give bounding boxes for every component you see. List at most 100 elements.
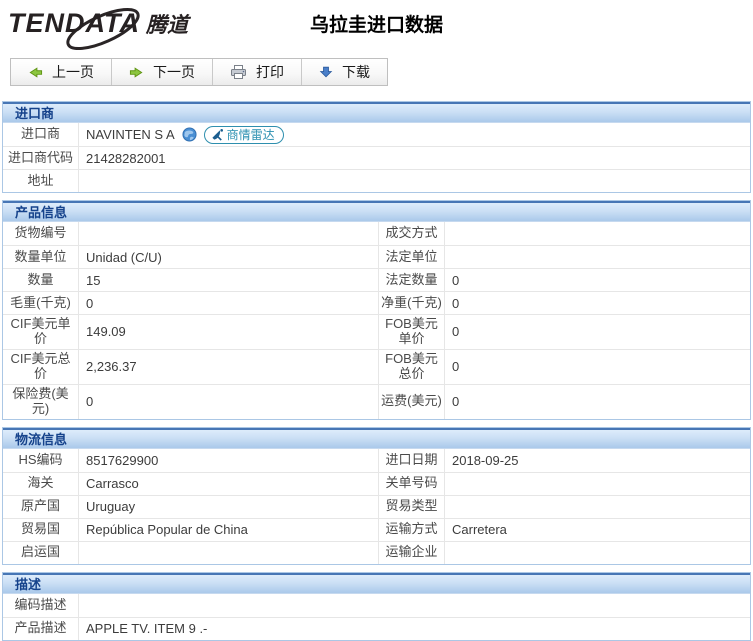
qty-unit-label: 数量单位 xyxy=(3,246,79,268)
import-date-label: 进口日期 xyxy=(379,449,445,472)
table-row: 原产国 Uruguay 贸易类型 xyxy=(3,495,750,518)
legal-qty-label: 法定数量 xyxy=(379,269,445,291)
next-page-button[interactable]: 下一页 xyxy=(112,59,213,85)
table-row: 启运国 运输企业 xyxy=(3,541,750,564)
toolbar: 上一页 下一页 打印 下载 xyxy=(10,58,388,86)
product-description-value: APPLE TV. ITEM 9 .- xyxy=(79,618,750,640)
declaration-no-value xyxy=(445,473,750,495)
product-description-label: 产品描述 xyxy=(3,618,79,640)
satellite-dish-icon xyxy=(211,128,224,141)
trade-country-label: 贸易国 xyxy=(3,519,79,541)
print-label: 打印 xyxy=(256,62,284,82)
download-label: 下载 xyxy=(342,62,370,82)
table-row: 进口商 NAVINTEN S A 商情雷达 xyxy=(3,123,750,146)
origin-country-label: 原产国 xyxy=(3,496,79,518)
green-arrow-right-icon xyxy=(129,65,144,80)
trade-type-value xyxy=(445,496,750,518)
table-row: CIF美元总价 2,236.37 FOB美元总价 0 xyxy=(3,349,750,384)
table-row: 数量单位 Unidad (C/U) 法定单位 xyxy=(3,245,750,268)
table-row: CIF美元单价 149.09 FOB美元单价 0 xyxy=(3,314,750,349)
importer-code-value: 21428282001 xyxy=(79,147,750,169)
prev-page-label: 上一页 xyxy=(52,62,94,82)
code-description-label: 编码描述 xyxy=(3,594,79,617)
deal-mode-value xyxy=(445,222,750,245)
product-panel-title: 产品信息 xyxy=(3,201,750,222)
legal-unit-value xyxy=(445,246,750,268)
qty-unit-value: Unidad (C/U) xyxy=(79,246,379,268)
table-row: HS编码 8517629900 进口日期 2018-09-25 xyxy=(3,449,750,472)
business-radar-button[interactable]: 商情雷达 xyxy=(204,126,284,144)
fob-total-price-label: FOB美元总价 xyxy=(379,350,445,384)
product-panel: 产品信息 货物编号 成交方式 数量单位 Unidad (C/U) 法定单位 数量… xyxy=(2,200,751,420)
legal-unit-label: 法定单位 xyxy=(379,246,445,268)
insurance-label: 保险费(美元) xyxy=(3,385,79,419)
blue-arrow-down-icon xyxy=(319,65,333,79)
cif-unit-price-label: CIF美元单价 xyxy=(3,315,79,349)
table-row: 毛重(千克) 0 净重(千克) 0 xyxy=(3,291,750,314)
importer-code-label: 进口商代码 xyxy=(3,147,79,169)
importer-label: 进口商 xyxy=(3,123,79,146)
cargo-no-label: 货物编号 xyxy=(3,222,79,245)
importer-value-cell: NAVINTEN S A 商情雷达 xyxy=(79,123,750,146)
table-row: 贸易国 República Popular de China 运输方式 Carr… xyxy=(3,518,750,541)
departure-country-value xyxy=(79,542,379,564)
legal-qty-value: 0 xyxy=(445,269,750,291)
import-date-value: 2018-09-25 xyxy=(445,449,750,472)
gross-weight-label: 毛重(千克) xyxy=(3,292,79,314)
address-value xyxy=(79,170,750,192)
cargo-no-value xyxy=(79,222,379,245)
customs-value: Carrasco xyxy=(79,473,379,495)
logo-text-en: TENDATA xyxy=(8,8,140,39)
hs-code-label: HS编码 xyxy=(3,449,79,472)
globe-icon[interactable] xyxy=(182,127,197,142)
net-weight-value: 0 xyxy=(445,292,750,314)
table-row: 产品描述 APPLE TV. ITEM 9 .- xyxy=(3,617,750,640)
transport-company-label: 运输企业 xyxy=(379,542,445,564)
table-row: 保险费(美元) 0 运费(美元) 0 xyxy=(3,384,750,419)
cif-total-price-value: 2,236.37 xyxy=(79,350,379,384)
table-row: 海关 Carrasco 关单号码 xyxy=(3,472,750,495)
qty-value: 15 xyxy=(79,269,379,291)
transport-mode-value: Carretera xyxy=(445,519,750,541)
page-header: TENDATA 腾道 乌拉圭进口数据 xyxy=(0,0,753,58)
printer-icon xyxy=(230,64,247,80)
trade-type-label: 贸易类型 xyxy=(379,496,445,518)
trade-country-value: República Popular de China xyxy=(79,519,379,541)
gross-weight-value: 0 xyxy=(79,292,379,314)
address-label: 地址 xyxy=(3,170,79,192)
net-weight-label: 净重(千克) xyxy=(379,292,445,314)
description-panel-title: 描述 xyxy=(3,573,750,594)
hs-code-value: 8517629900 xyxy=(79,449,379,472)
table-row: 地址 xyxy=(3,169,750,192)
qty-label: 数量 xyxy=(3,269,79,291)
declaration-no-label: 关单号码 xyxy=(379,473,445,495)
cif-total-price-label: CIF美元总价 xyxy=(3,350,79,384)
deal-mode-label: 成交方式 xyxy=(379,222,445,245)
freight-value: 0 xyxy=(445,385,750,419)
download-button[interactable]: 下载 xyxy=(302,59,387,85)
description-panel: 描述 编码描述 产品描述 APPLE TV. ITEM 9 .- xyxy=(2,572,751,641)
origin-country-value: Uruguay xyxy=(79,496,379,518)
green-arrow-left-icon xyxy=(28,65,43,80)
table-row: 进口商代码 21428282001 xyxy=(3,146,750,169)
print-button[interactable]: 打印 xyxy=(213,59,302,85)
business-radar-label: 商情雷达 xyxy=(227,126,275,143)
freight-label: 运费(美元) xyxy=(379,385,445,419)
fob-unit-price-label: FOB美元单价 xyxy=(379,315,445,349)
customs-label: 海关 xyxy=(3,473,79,495)
cif-unit-price-value: 149.09 xyxy=(79,315,379,349)
importer-name: NAVINTEN S A xyxy=(86,127,175,142)
logistics-panel: 物流信息 HS编码 8517629900 进口日期 2018-09-25 海关 … xyxy=(2,427,751,565)
importer-panel-title: 进口商 xyxy=(3,102,750,123)
importer-panel: 进口商 进口商 NAVINTEN S A 商情雷达 进口商 xyxy=(2,101,751,193)
code-description-value xyxy=(79,594,750,617)
next-page-label: 下一页 xyxy=(153,62,195,82)
logistics-panel-title: 物流信息 xyxy=(3,428,750,449)
prev-page-button[interactable]: 上一页 xyxy=(11,59,112,85)
insurance-value: 0 xyxy=(79,385,379,419)
fob-total-price-value: 0 xyxy=(445,350,750,384)
table-row: 数量 15 法定数量 0 xyxy=(3,268,750,291)
transport-mode-label: 运输方式 xyxy=(379,519,445,541)
transport-company-value xyxy=(445,542,750,564)
table-row: 编码描述 xyxy=(3,594,750,617)
